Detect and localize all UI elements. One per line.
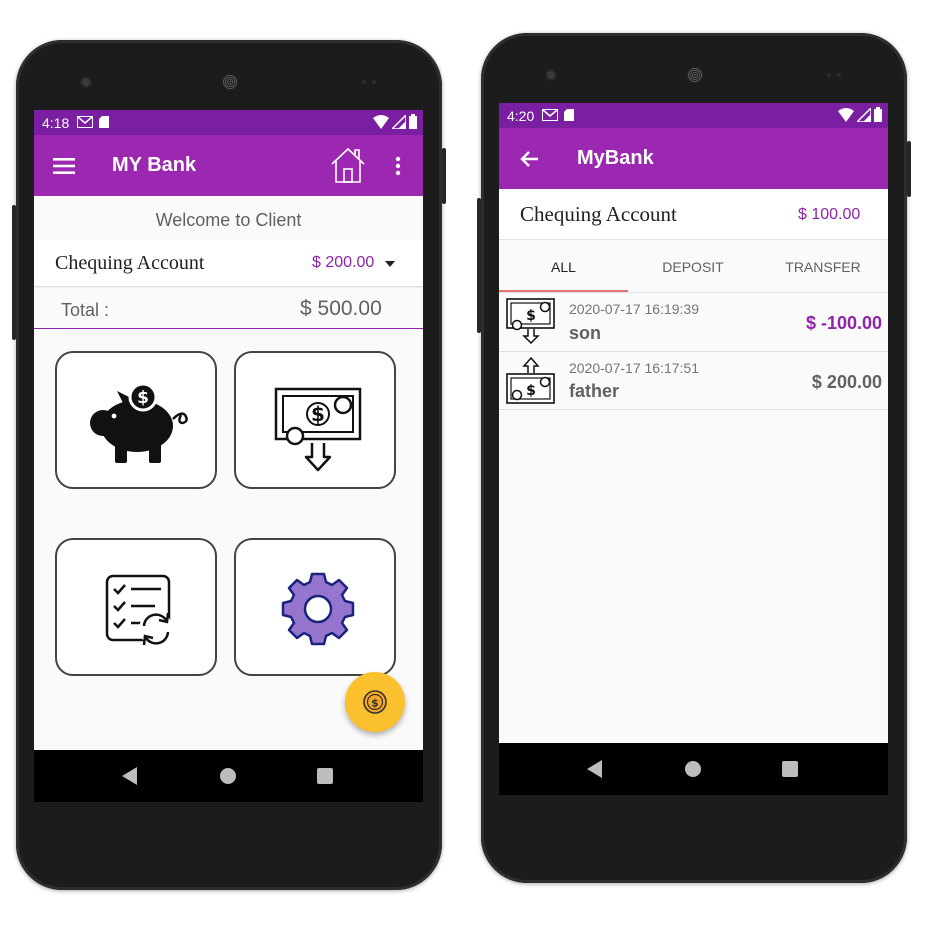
account-selector[interactable]: Chequing Account $ 200.00 [34, 240, 423, 286]
settings-tile[interactable] [234, 538, 396, 676]
withdraw-tile[interactable]: $ [234, 351, 396, 489]
nav-back-button[interactable] [122, 767, 137, 785]
app-title: MY Bank [112, 154, 197, 176]
system-nav-bar [499, 743, 888, 795]
screen-right: 4:20 MyBank Chequing Account $ 100.00 AL… [499, 103, 888, 795]
welcome-text: Welcome to Client [155, 210, 302, 230]
coin-fab[interactable]: $ [345, 672, 405, 732]
sd-card-icon [564, 108, 575, 124]
svg-text:$: $ [137, 388, 149, 408]
more-vert-icon[interactable] [394, 156, 402, 176]
transaction-amount: $ 200.00 [811, 372, 882, 392]
wifi-icon [838, 107, 854, 122]
screen-left: 4:18 MY Bank Welcome to Client Chequing … [34, 110, 423, 802]
tab-indicator [499, 290, 628, 292]
tab-all[interactable]: ALL [499, 240, 628, 292]
wifi-icon [373, 114, 389, 129]
total-value: $ 500.00 [300, 297, 382, 320]
sd-card-icon [99, 115, 110, 131]
history-tile[interactable] [55, 538, 217, 676]
tab-deposit[interactable]: DEPOSIT [628, 240, 758, 292]
welcome-header: Welcome to Client [34, 196, 423, 238]
account-balance: $ 200.00 [312, 254, 375, 271]
savings-tile[interactable]: $ [55, 351, 217, 489]
volume-button [477, 198, 481, 333]
proximity-sensor [827, 73, 831, 77]
signal-icon [392, 114, 406, 129]
menu-icon[interactable] [53, 157, 75, 175]
checklist-refresh-icon [105, 574, 173, 646]
cash-withdraw-icon: $ [274, 387, 362, 472]
total-label: Total : [61, 300, 110, 320]
status-time: 4:20 [507, 107, 535, 124]
gmail-notification-icon [77, 115, 94, 131]
app-toolbar: MY Bank [34, 135, 423, 196]
nav-home-button[interactable] [220, 768, 236, 784]
svg-text:$: $ [526, 383, 536, 399]
transaction-name: son [569, 323, 602, 343]
arrow-back-icon[interactable] [519, 150, 539, 168]
transaction-date: 2020-07-17 16:17:51 [569, 360, 699, 376]
transaction-tabs: ALL DEPOSIT TRANSFER [499, 240, 888, 293]
gmail-notification-icon [542, 108, 559, 124]
transaction-amount: $ -100.00 [805, 313, 882, 333]
nav-home-button[interactable] [685, 761, 701, 777]
volume-button [12, 205, 16, 340]
transaction-name: father [569, 381, 620, 401]
battery-icon [874, 107, 882, 122]
dropdown-arrow-icon[interactable] [385, 261, 395, 267]
svg-text:$: $ [371, 697, 379, 710]
power-button [442, 148, 446, 204]
proximity-sensor [362, 80, 366, 84]
status-bar: 4:18 [34, 110, 423, 135]
home-icon[interactable] [330, 146, 366, 184]
tab-transfer[interactable]: TRANSFER [758, 240, 888, 292]
app-title: MyBank [577, 147, 654, 169]
total-row: Total : $ 500.00 [34, 288, 423, 329]
app-toolbar: MyBank [499, 128, 888, 189]
battery-icon [409, 114, 417, 129]
nav-back-button[interactable] [587, 760, 602, 778]
cash-in-icon: $ [506, 356, 555, 404]
nav-recents-button[interactable] [317, 768, 333, 784]
transaction-row[interactable]: $ 2020-07-17 16:19:39 son $ -100.00 [499, 293, 888, 352]
system-nav-bar [34, 750, 423, 802]
svg-text:$: $ [311, 402, 325, 426]
power-button [907, 141, 911, 197]
status-bar: 4:20 [499, 103, 888, 128]
account-balance: $ 100.00 [798, 206, 861, 223]
settings-gear-icon [281, 572, 355, 646]
status-time: 4:18 [42, 114, 70, 131]
front-camera [82, 78, 90, 86]
transaction-row[interactable]: $ 2020-07-17 16:17:51 father $ 200.00 [499, 352, 888, 410]
account-name: Chequing Account [520, 202, 677, 226]
signal-icon [857, 107, 871, 122]
coin-icon: $ [363, 690, 387, 714]
earpiece-speaker [222, 74, 238, 90]
account-header: Chequing Account $ 100.00 [499, 189, 888, 240]
light-sensor [372, 80, 376, 84]
svg-text:$: $ [526, 308, 536, 324]
front-camera [547, 71, 555, 79]
account-name: Chequing Account [55, 252, 205, 274]
cash-out-icon: $ [506, 298, 555, 345]
nav-recents-button[interactable] [782, 761, 798, 777]
earpiece-speaker [687, 67, 703, 83]
transaction-date: 2020-07-17 16:19:39 [569, 301, 699, 317]
light-sensor [837, 73, 841, 77]
piggy-bank-icon: $ [90, 382, 188, 463]
